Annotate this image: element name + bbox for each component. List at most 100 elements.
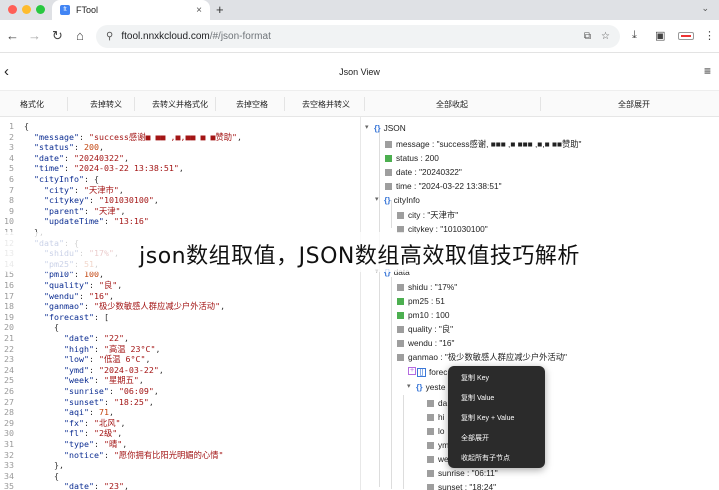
download-icon[interactable]: ⤓ [632, 29, 637, 42]
line-number: 17 [4, 290, 14, 301]
minimize-window-button[interactable] [22, 5, 31, 14]
code-line: 28 "aqi": 71, [0, 407, 360, 418]
address-bar[interactable]: ⚲ ftool.nnxkcloud.com /#/json-format ⧉ ☆ [96, 25, 620, 48]
string-type-icon [397, 211, 404, 219]
tree-node-shidu[interactable]: shidu : "17%" [397, 280, 457, 294]
code-text: "message": "success感谢■ ■■ ,■,■■ ■ ■赞助", [34, 131, 243, 142]
code-text: "date": "20240322", [34, 152, 129, 163]
collapse-toggle-icon[interactable]: ▾ [375, 193, 384, 207]
star-icon[interactable]: ☆ [601, 31, 610, 42]
tree-node-label: yeste [425, 382, 446, 392]
new-tab-icon[interactable]: + [216, 2, 224, 17]
tree-node-city[interactable]: city : "天津市" [397, 208, 458, 222]
close-window-button[interactable] [8, 5, 17, 14]
string-type-icon [397, 339, 404, 347]
copy-key-menu-item[interactable]: 复制 Key [461, 373, 489, 383]
tree-node-root[interactable]: ▾ {} JSON [365, 121, 406, 135]
tree-node-label: hi [438, 412, 445, 422]
tree-node-label: forec [429, 367, 448, 377]
sidebar-icon[interactable]: ▣ [655, 29, 665, 42]
code-line: 33 }, [0, 460, 360, 471]
hamburger-menu-icon[interactable]: ≡ [704, 64, 711, 78]
tree-node-pm25[interactable]: pm25 : 51 [397, 294, 445, 308]
remove-escape-button[interactable]: 去掉转义 [90, 99, 122, 110]
code-text: "ganmao": "极少数敏感人群应减少户外活动", [43, 301, 226, 312]
remove-spaces-button[interactable]: 去掉空格 [236, 99, 268, 110]
collapse-toggle-icon[interactable]: ▾ [407, 380, 416, 394]
tree-node-ganmao[interactable]: ganmao : "极少数敏感人群应减少户外活动" [397, 350, 567, 364]
site-info-icon[interactable]: ⚲ [106, 31, 113, 42]
reload-icon[interactable]: ↻ [52, 28, 63, 44]
close-tab-icon[interactable]: × [196, 5, 202, 16]
collapse-toggle-icon[interactable]: ▾ [365, 121, 374, 135]
home-icon[interactable]: ⌂ [76, 28, 84, 44]
code-text: }, [53, 460, 64, 471]
divider [215, 97, 216, 111]
maximize-window-button[interactable] [36, 5, 45, 14]
tree-node-cityinfo[interactable]: ▾ {} cityInfo [375, 193, 420, 207]
code-text: "ymd": "2024-03-22", [63, 364, 164, 375]
tree-node-wendu[interactable]: wendu : "16" [397, 336, 454, 350]
code-line: 30 "fl": "2级", [0, 428, 360, 439]
article-title-banner: json数组取值，JSON数组高效取值技巧解析 [0, 232, 719, 272]
code-line: 31 "type": "晴", [0, 439, 360, 450]
expand-all-button[interactable]: 全部展开 [618, 99, 650, 110]
tree-node-label: time : "2024-03-22 13:38:51" [396, 181, 502, 191]
code-line: 20 { [0, 322, 360, 333]
string-type-icon [385, 140, 392, 148]
divider [284, 97, 285, 111]
string-type-icon [397, 283, 404, 291]
ftool-favicon-icon: ft [60, 5, 70, 15]
tree-node-yesterday[interactable]: ▾ {} yeste [407, 380, 445, 394]
tree-node-yesterday-low[interactable]: lo [427, 424, 444, 438]
copy-value-menu-item[interactable]: 复制 Value [461, 393, 494, 403]
format-button[interactable]: 格式化 [20, 99, 44, 110]
line-number: 28 [4, 407, 14, 418]
browser-tab-bar: ft FTool × + ⌄ [0, 0, 719, 20]
string-type-icon [427, 455, 434, 463]
menu-icon[interactable]: ⋮ [704, 29, 715, 42]
tree-node-label: pm10 : 100 [408, 310, 450, 320]
object-icon: {} [384, 195, 391, 205]
unescape-format-button[interactable]: 去转义并格式化 [152, 99, 208, 110]
tree-node-date[interactable]: date : "20240322" [385, 165, 462, 179]
tree-node-yesterday-high[interactable]: hi [427, 410, 444, 424]
code-text: "time": "2024-03-22 13:38:51", [34, 163, 184, 174]
forward-icon[interactable]: → [28, 28, 41, 44]
code-text: "parent": "天津", [43, 205, 126, 216]
profile-icon[interactable] [678, 32, 694, 40]
back-icon[interactable]: ← [6, 28, 19, 44]
remove-spaces-escape-button[interactable]: 去空格并转义 [302, 99, 350, 110]
tree-node-label: sunrise : "06:11" [438, 468, 498, 478]
json-code-editor[interactable]: 1{2 "message": "success感谢■ ■■ ,■,■■ ■ ■赞… [0, 117, 360, 490]
code-text: "sunrise": "06:09", [63, 386, 159, 396]
tree-node-pm10[interactable]: pm10 : 100 [397, 308, 450, 322]
tree-node-time[interactable]: time : "2024-03-22 13:38:51" [385, 179, 502, 193]
line-number: 23 [4, 354, 14, 365]
tree-node-yesterday-week[interactable]: we [427, 452, 449, 466]
tree-node-label: date : "20240322" [396, 167, 462, 177]
action-bar: 格式化 去掉转义 去转义并格式化 去掉空格 去空格并转义 全部收起 全部展开 [0, 91, 719, 117]
browser-tab[interactable]: ft FTool × [52, 0, 210, 20]
collapse-all-button[interactable]: 全部收起 [436, 99, 468, 110]
tree-node-sunset[interactable]: sunset : "18:24" [427, 480, 496, 490]
tree-node-yesterday-date[interactable]: da [427, 396, 447, 410]
tree-node-yesterday-ymd[interactable]: ym [427, 438, 449, 452]
expand-all-menu-item[interactable]: 全部展开 [461, 433, 489, 443]
tree-node-message[interactable]: message : "success感谢, ■■■ ,■ ■■■ ,■,■ ■■… [385, 137, 582, 151]
line-number: 6 [9, 174, 14, 184]
tree-node-quality[interactable]: quality : "良" [397, 322, 453, 336]
line-number: 9 [9, 205, 14, 216]
collapse-children-menu-item[interactable]: 收起所有子节点 [461, 453, 510, 463]
string-type-icon [427, 427, 434, 435]
tree-node-forecast[interactable]: [] forec [417, 365, 447, 379]
code-text: "sunset": "18:25", [63, 396, 154, 407]
screen-cast-icon[interactable]: ⧉ [584, 31, 591, 42]
expand-plus-icon[interactable]: + [408, 367, 416, 375]
tree-node-status[interactable]: status : 200 [385, 151, 439, 165]
tab-search-icon[interactable]: ⌄ [701, 3, 709, 14]
tree-node-sunrise[interactable]: sunrise : "06:11" [427, 466, 498, 480]
copy-key-value-menu-item[interactable]: 复制 Key + Value [461, 413, 514, 423]
code-line: 6 "cityInfo": { [0, 174, 360, 185]
code-line: 1{ [0, 121, 360, 132]
